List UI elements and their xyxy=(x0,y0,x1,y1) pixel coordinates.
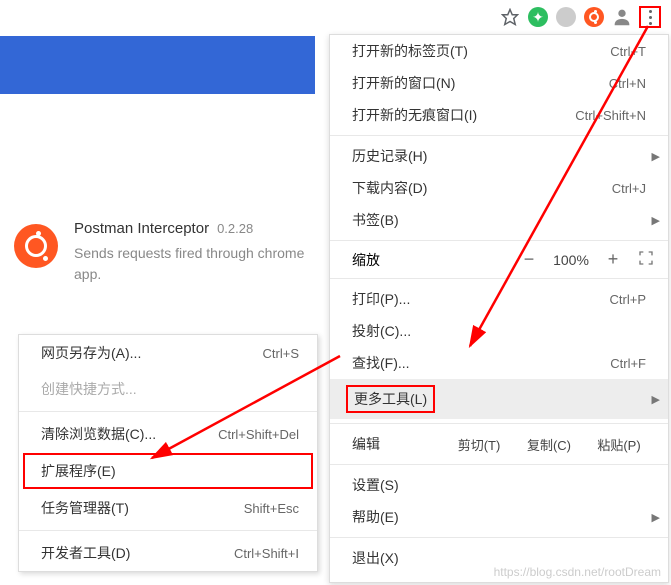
kebab-menu-icon[interactable] xyxy=(639,6,661,28)
chevron-right-icon: ▶ xyxy=(652,511,660,524)
menu-downloads[interactable]: 下载内容(D) Ctrl+J xyxy=(330,172,668,204)
menu-new-tab[interactable]: 打开新的标签页(T) Ctrl+T xyxy=(330,35,668,67)
chrome-main-menu: 打开新的标签页(T) Ctrl+T 打开新的窗口(N) Ctrl+N 打开新的无痕窗… xyxy=(329,34,669,583)
chevron-right-icon: ▶ xyxy=(652,214,660,227)
extension-version: 0.2.28 xyxy=(217,221,253,236)
menu-divider xyxy=(19,411,317,412)
menu-edit-row: 编辑 剪切(T) 复制(C) 粘贴(P) xyxy=(330,428,668,460)
menu-shortcut: Ctrl+Shift+N xyxy=(575,108,646,123)
menu-label: 创建快捷方式... xyxy=(41,379,137,399)
menu-label: 设置(S) xyxy=(352,475,399,495)
menu-label: 打开新的标签页(T) xyxy=(352,41,468,61)
menu-divider xyxy=(330,423,668,424)
menu-find[interactable]: 查找(F)... Ctrl+F xyxy=(330,347,668,379)
zoom-value: 100% xyxy=(546,252,596,268)
menu-print[interactable]: 打印(P)... Ctrl+P xyxy=(330,283,668,315)
menu-label: 打开新的窗口(N) xyxy=(352,73,455,93)
menu-shortcut: Ctrl+F xyxy=(610,356,646,371)
menu-divider xyxy=(330,240,668,241)
menu-more-tools[interactable]: 更多工具(L) ▶ xyxy=(330,379,668,419)
edit-label: 编辑 xyxy=(352,434,444,454)
menu-save-page-as[interactable]: 网页另存为(A)... Ctrl+S xyxy=(19,335,317,371)
zoom-out-button[interactable]: − xyxy=(512,249,546,270)
menu-zoom-row: 缩放 − 100% + xyxy=(330,245,668,274)
menu-label: 下载内容(D) xyxy=(352,178,427,198)
menu-new-incognito[interactable]: 打开新的无痕窗口(I) Ctrl+Shift+N xyxy=(330,99,668,131)
menu-label: 历史记录(H) xyxy=(352,146,427,166)
edit-cut-button[interactable]: 剪切(T) xyxy=(444,435,514,454)
edit-paste-button[interactable]: 粘贴(P) xyxy=(584,435,654,454)
browser-toolbar: ✦ xyxy=(499,0,671,34)
menu-label: 投射(C)... xyxy=(352,321,411,341)
menu-developer-tools[interactable]: 开发者工具(D) Ctrl+Shift+I xyxy=(19,535,317,571)
menu-label: 网页另存为(A)... xyxy=(41,343,141,363)
menu-shortcut: Ctrl+N xyxy=(609,76,646,91)
watermark-text: https://blog.csdn.net/rootDream xyxy=(494,565,661,579)
menu-divider xyxy=(330,537,668,538)
extension-card: Postman Interceptor 0.2.28 Sends request… xyxy=(14,220,329,285)
menu-label: 开发者工具(D) xyxy=(41,543,130,563)
menu-extensions[interactable]: 扩展程序(E) xyxy=(23,453,313,489)
menu-label: 更多工具(L) xyxy=(346,385,435,413)
zoom-label: 缩放 xyxy=(352,250,512,270)
menu-shortcut: Shift+Esc xyxy=(244,501,299,516)
menu-label: 退出(X) xyxy=(352,548,399,568)
fullscreen-button[interactable] xyxy=(638,250,654,269)
chevron-right-icon: ▶ xyxy=(652,393,660,406)
menu-history[interactable]: 历史记录(H) ▶ xyxy=(330,140,668,172)
menu-help[interactable]: 帮助(E) ▶ xyxy=(330,501,668,533)
postman-icon[interactable] xyxy=(583,6,605,28)
menu-task-manager[interactable]: 任务管理器(T) Shift+Esc xyxy=(19,490,317,526)
menu-label: 扩展程序(E) xyxy=(41,461,116,481)
bookmark-star-icon[interactable] xyxy=(499,6,521,28)
menu-divider xyxy=(330,278,668,279)
menu-divider xyxy=(330,135,668,136)
postman-extension-icon xyxy=(14,224,58,268)
zoom-in-button[interactable]: + xyxy=(596,249,630,270)
menu-shortcut: Ctrl+P xyxy=(610,292,646,307)
more-tools-submenu: 网页另存为(A)... Ctrl+S 创建快捷方式... 清除浏览数据(C)..… xyxy=(18,334,318,572)
menu-label: 打开新的无痕窗口(I) xyxy=(352,105,477,125)
menu-label: 书签(B) xyxy=(352,210,399,230)
menu-label: 打印(P)... xyxy=(352,289,410,309)
profile-icon[interactable] xyxy=(611,6,633,28)
menu-create-shortcut[interactable]: 创建快捷方式... xyxy=(19,371,317,407)
evernote-icon[interactable]: ✦ xyxy=(527,6,549,28)
extension-gray-icon[interactable] xyxy=(555,6,577,28)
edit-copy-button[interactable]: 复制(C) xyxy=(514,435,584,454)
blue-header-bar xyxy=(0,36,315,94)
menu-cast[interactable]: 投射(C)... xyxy=(330,315,668,347)
menu-label: 任务管理器(T) xyxy=(41,498,129,518)
menu-shortcut: Ctrl+S xyxy=(263,346,299,361)
menu-bookmarks[interactable]: 书签(B) ▶ xyxy=(330,204,668,236)
menu-shortcut: Ctrl+T xyxy=(610,44,646,59)
chevron-right-icon: ▶ xyxy=(652,150,660,163)
menu-shortcut: Ctrl+Shift+Del xyxy=(218,427,299,442)
menu-shortcut: Ctrl+Shift+I xyxy=(234,546,299,561)
menu-settings[interactable]: 设置(S) xyxy=(330,469,668,501)
menu-divider xyxy=(19,530,317,531)
extension-name: Postman Interceptor xyxy=(74,220,209,237)
menu-new-window[interactable]: 打开新的窗口(N) Ctrl+N xyxy=(330,67,668,99)
menu-label: 清除浏览数据(C)... xyxy=(41,424,156,444)
menu-label: 帮助(E) xyxy=(352,507,399,527)
menu-clear-browsing-data[interactable]: 清除浏览数据(C)... Ctrl+Shift+Del xyxy=(19,416,317,452)
menu-label: 查找(F)... xyxy=(352,353,410,373)
extension-description: Sends requests fired through chrome app. xyxy=(74,243,329,285)
menu-shortcut: Ctrl+J xyxy=(612,181,646,196)
menu-divider xyxy=(330,464,668,465)
